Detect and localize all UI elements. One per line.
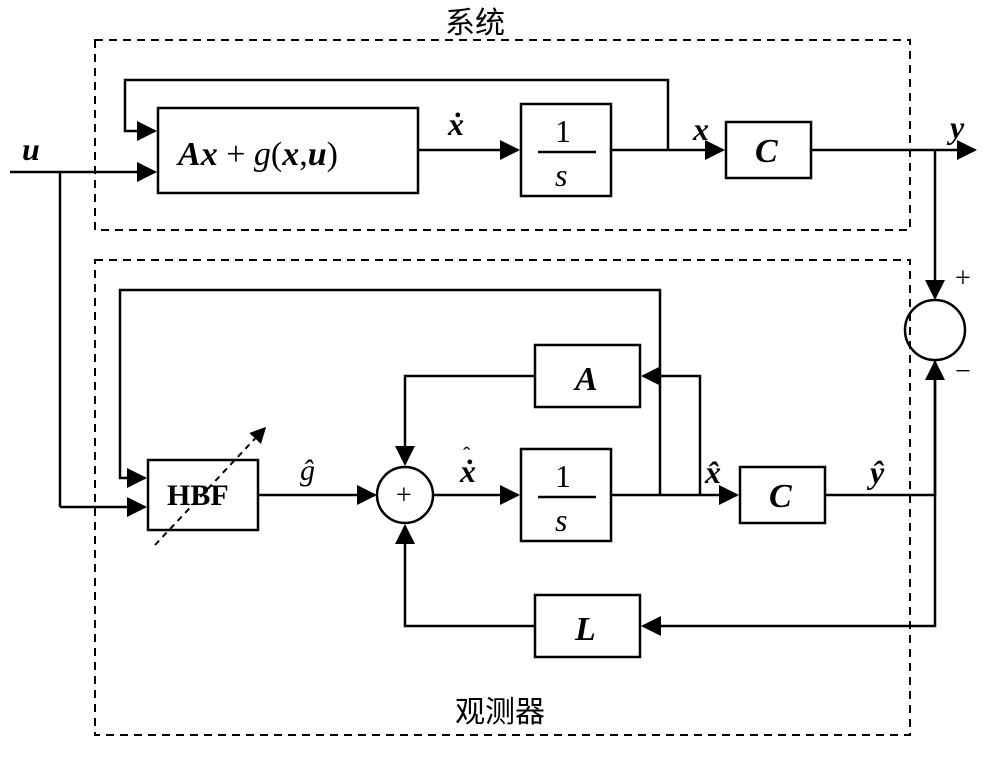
- block-diagram: 系统 u Ax + g(x,u) ẋ 1 s x C y + − 观测器 HBF…: [0, 0, 1000, 766]
- signal-xhatdot: ẋ: [459, 453, 476, 489]
- obs-integrator-den: s: [555, 502, 567, 538]
- xhat-to-A: [643, 376, 700, 495]
- sys-C-text: C: [755, 133, 778, 170]
- signal-ghat: ĝ: [300, 454, 315, 487]
- system-label: 系统: [445, 7, 505, 40]
- obs-A-text: A: [573, 361, 598, 398]
- sys-eq-text: Ax + g(x,u): [176, 136, 338, 173]
- signal-xhat: x̂: [704, 454, 721, 490]
- signal-xdot: ẋ: [447, 106, 464, 142]
- L-to-sum: [405, 526, 535, 626]
- sum-minus: −: [955, 356, 971, 387]
- signal-yhat: ŷ: [866, 454, 885, 490]
- sys-integrator-num: 1: [555, 113, 571, 149]
- system-box: [95, 40, 910, 230]
- obs-integrator-num: 1: [555, 458, 571, 494]
- sum-junction: [905, 300, 965, 360]
- obs-C-text: C: [769, 478, 792, 515]
- obs-L-text: L: [574, 611, 596, 648]
- sum-plus-top: +: [955, 263, 971, 294]
- sys-integrator-den: s: [555, 157, 567, 193]
- signal-x: x: [692, 111, 709, 147]
- signal-u: u: [22, 131, 40, 167]
- hbf-text: HBF: [167, 479, 229, 512]
- observer-label: 观测器: [455, 696, 545, 729]
- obs-sum-plus: +: [396, 480, 412, 511]
- signal-y: y: [946, 109, 965, 145]
